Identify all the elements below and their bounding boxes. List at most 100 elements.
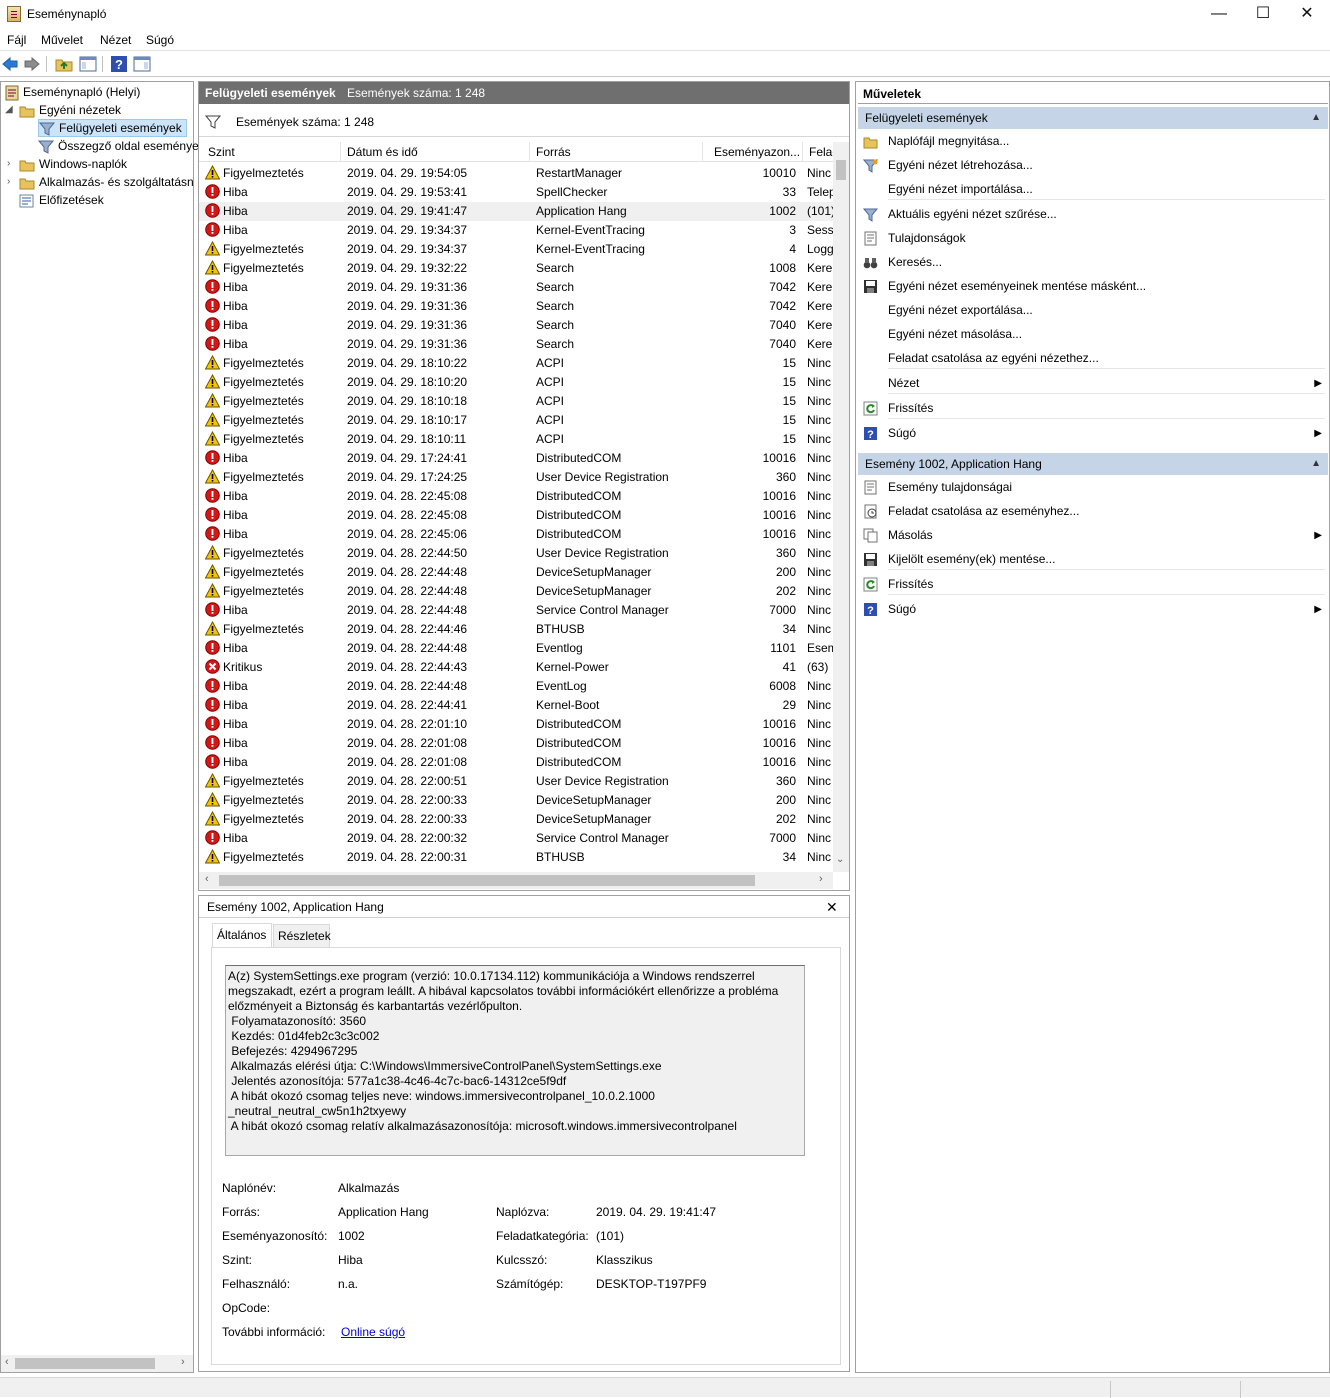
- action-save-events-as[interactable]: Egyéni nézet eseményeinek mentése máskén…: [859, 275, 1327, 298]
- table-row[interactable]: Figyelmeztetés 2019. 04. 28. 22:44:48 Devi…: [199, 563, 833, 582]
- table-row[interactable]: Figyelmeztetés 2019. 04. 29. 19:54:05 Rest…: [199, 164, 833, 183]
- table-row[interactable]: Hiba 2019. 04. 29. 19:41:47 Application Ha…: [199, 202, 833, 221]
- minimize-button[interactable]: —: [1196, 0, 1242, 30]
- tab-general[interactable]: Általános: [212, 923, 272, 948]
- scroll-thumb[interactable]: [219, 875, 755, 886]
- table-row[interactable]: Hiba 2019. 04. 28. 22:01:10 DistributedCOM…: [199, 715, 833, 734]
- action-properties[interactable]: Tulajdonságok: [859, 227, 1327, 250]
- tab-details[interactable]: Részletek: [273, 924, 331, 948]
- scroll-down-icon[interactable]: ⌄: [836, 854, 844, 865]
- column-level[interactable]: Szint: [205, 142, 341, 162]
- action-copy-custom-view[interactable]: Egyéni nézet másolása...: [859, 323, 1327, 346]
- action-attach-task-to-view[interactable]: Feladat csatolása az egyéni nézethez...: [859, 347, 1327, 370]
- table-row[interactable]: Hiba 2019. 04. 29. 19:31:36 Search 7042 Kere: [199, 278, 833, 297]
- section-event-1002[interactable]: Esemény 1002, Application Hang ▲: [858, 453, 1328, 475]
- events-vertical-scrollbar[interactable]: ⌄: [833, 142, 849, 872]
- table-row[interactable]: Hiba 2019. 04. 29. 17:24:41 DistributedCOM…: [199, 449, 833, 468]
- column-source[interactable]: Forrás: [533, 142, 703, 162]
- table-row[interactable]: Hiba 2019. 04. 28. 22:01:08 DistributedCOM…: [199, 753, 833, 772]
- table-row[interactable]: Figyelmeztetés 2019. 04. 29. 18:10:22 ACPI…: [199, 354, 833, 373]
- scroll-thumb[interactable]: [15, 1358, 155, 1369]
- action-help-submenu[interactable]: ? Súgó ▶: [859, 598, 1327, 621]
- table-row[interactable]: Hiba 2019. 04. 28. 22:45:06 DistributedCOM…: [199, 525, 833, 544]
- action-open-log-file[interactable]: Naplófájl megnyitása...: [859, 130, 1327, 153]
- action-filter-current-view[interactable]: Aktuális egyéni nézet szűrése...: [859, 203, 1327, 226]
- table-row[interactable]: Figyelmeztetés 2019. 04. 29. 17:24:25 User…: [199, 468, 833, 487]
- scroll-right-icon[interactable]: ›: [181, 1356, 185, 1368]
- table-row[interactable]: Hiba 2019. 04. 29. 19:31:36 Search 7040 Kere: [199, 316, 833, 335]
- table-row[interactable]: Hiba 2019. 04. 28. 22:44:41 Kernel-Boot 29 N…: [199, 696, 833, 715]
- table-row[interactable]: Hiba 2019. 04. 28. 22:45:08 DistributedCOM…: [199, 487, 833, 506]
- action-import-custom-view[interactable]: Egyéni nézet importálása...: [859, 178, 1327, 201]
- action-attach-task-to-event[interactable]: Feladat csatolása az eseményhez...: [859, 500, 1327, 523]
- scroll-thumb[interactable]: [836, 160, 846, 180]
- scroll-left-icon[interactable]: ‹: [205, 873, 209, 885]
- table-row[interactable]: Hiba 2019. 04. 28. 22:44:48 EventLog 6008 Ni…: [199, 677, 833, 696]
- table-row[interactable]: Hiba 2019. 04. 28. 22:45:08 DistributedCOM…: [199, 506, 833, 525]
- show-hide-action-pane-icon[interactable]: [133, 55, 151, 73]
- collapse-arrow-icon[interactable]: ▲: [1311, 453, 1321, 475]
- table-row[interactable]: Hiba 2019. 04. 28. 22:44:48 Eventlog 1101 Es…: [199, 639, 833, 658]
- tree-item-root[interactable]: Eseménynapló (Helyi): [5, 83, 140, 101]
- table-row[interactable]: Hiba 2019. 04. 28. 22:44:48 Service Contro…: [199, 601, 833, 620]
- tree-item-admin-events[interactable]: Felügyeleti események: [38, 119, 187, 137]
- table-row[interactable]: Hiba 2019. 04. 29. 19:31:36 Search 7042 Kere: [199, 297, 833, 316]
- tree-item-summary-events[interactable]: Összegző oldal eseménye: [38, 137, 199, 155]
- menu-action[interactable]: Művelet: [41, 33, 83, 47]
- table-row[interactable]: Figyelmeztetés 2019. 04. 28. 22:44:46 BTHU…: [199, 620, 833, 639]
- menu-view[interactable]: Nézet: [100, 33, 131, 47]
- column-datetime[interactable]: Dátum és idő: [344, 142, 530, 162]
- forward-arrow-icon[interactable]: [23, 55, 41, 73]
- close-detail-icon[interactable]: ✕: [826, 896, 838, 918]
- tree-item-subscriptions[interactable]: Előfizetések: [19, 191, 104, 209]
- online-help-link[interactable]: Online súgó: [341, 1325, 405, 1339]
- collapse-icon[interactable]: ◢: [5, 101, 13, 119]
- close-button[interactable]: ✕: [1284, 0, 1330, 30]
- table-row[interactable]: Figyelmeztetés 2019. 04. 29. 18:10:17 ACPI…: [199, 411, 833, 430]
- table-row[interactable]: Figyelmeztetés 2019. 04. 29. 18:10:11 ACPI…: [199, 430, 833, 449]
- table-row[interactable]: Figyelmeztetés 2019. 04. 29. 18:10:18 ACPI…: [199, 392, 833, 411]
- action-find[interactable]: Keresés...: [859, 251, 1327, 274]
- action-help-submenu[interactable]: ? Súgó ▶: [859, 422, 1327, 445]
- folder-up-icon[interactable]: [55, 55, 73, 73]
- events-horizontal-scrollbar[interactable]: ‹ ›: [199, 872, 833, 889]
- show-hide-tree-icon[interactable]: [79, 55, 97, 73]
- table-row[interactable]: Hiba 2019. 04. 29. 19:31:36 Search 7040 Kere: [199, 335, 833, 354]
- action-refresh[interactable]: Frissítés: [859, 573, 1327, 596]
- table-row[interactable]: Figyelmeztetés 2019. 04. 29. 18:10:20 ACPI…: [199, 373, 833, 392]
- action-copy[interactable]: Másolás ▶: [859, 524, 1327, 547]
- tree-horizontal-scrollbar[interactable]: ‹ ›: [1, 1355, 193, 1372]
- table-row[interactable]: Figyelmeztetés 2019. 04. 29. 19:34:37 Kern…: [199, 240, 833, 259]
- column-event-id[interactable]: Eseményazon...: [711, 142, 803, 162]
- menu-help[interactable]: Súgó: [146, 33, 174, 47]
- table-row[interactable]: Figyelmeztetés 2019. 04. 28. 22:44:50 User…: [199, 544, 833, 563]
- table-row[interactable]: Kritikus 2019. 04. 28. 22:44:43 Kernel-Pow…: [199, 658, 833, 677]
- action-event-properties[interactable]: Esemény tulajdonságai: [859, 476, 1327, 499]
- table-row[interactable]: Figyelmeztetés 2019. 04. 28. 22:44:48 Devi…: [199, 582, 833, 601]
- tree-item-app-logs[interactable]: › Alkalmazás- és szolgáltatásn: [5, 173, 194, 191]
- scroll-left-icon[interactable]: ‹: [5, 1356, 9, 1368]
- collapse-arrow-icon[interactable]: ▲: [1311, 107, 1321, 129]
- scroll-right-icon[interactable]: ›: [819, 873, 823, 885]
- help-icon[interactable]: ?: [110, 55, 128, 73]
- table-row[interactable]: Hiba 2019. 04. 28. 22:00:32 Service Contro…: [199, 829, 833, 848]
- table-row[interactable]: Figyelmeztetés 2019. 04. 28. 22:00:51 User…: [199, 772, 833, 791]
- table-row[interactable]: Figyelmeztetés 2019. 04. 28. 22:00:31 BTHU…: [199, 848, 833, 867]
- tree-item-custom-views[interactable]: ◢ Egyéni nézetek: [5, 101, 121, 119]
- action-create-custom-view[interactable]: Egyéni nézet létrehozása...: [859, 154, 1327, 177]
- expand-icon[interactable]: ›: [7, 155, 10, 173]
- table-row[interactable]: Figyelmeztetés 2019. 04. 28. 22:00:33 Devi…: [199, 791, 833, 810]
- tree-item-windows-logs[interactable]: › Windows-naplók: [5, 155, 127, 173]
- expand-icon[interactable]: ›: [7, 173, 10, 191]
- column-task-category[interactable]: Felad: [806, 142, 833, 162]
- back-arrow-icon[interactable]: [1, 55, 19, 73]
- action-save-selected-events[interactable]: Kijelölt esemény(ek) mentése...: [859, 548, 1327, 571]
- action-refresh[interactable]: Frissítés: [859, 397, 1327, 420]
- section-admin-events[interactable]: Felügyeleti események ▲: [858, 107, 1328, 129]
- table-row[interactable]: Figyelmeztetés 2019. 04. 28. 22:00:33 Devi…: [199, 810, 833, 829]
- table-row[interactable]: Hiba 2019. 04. 29. 19:34:37 Kernel-EventTr…: [199, 221, 833, 240]
- action-view-submenu[interactable]: Nézet ▶: [859, 372, 1327, 395]
- table-row[interactable]: Figyelmeztetés 2019. 04. 29. 19:32:22 Sear…: [199, 259, 833, 278]
- maximize-button[interactable]: ☐: [1240, 0, 1286, 30]
- table-row[interactable]: Hiba 2019. 04. 28. 22:01:08 DistributedCOM…: [199, 734, 833, 753]
